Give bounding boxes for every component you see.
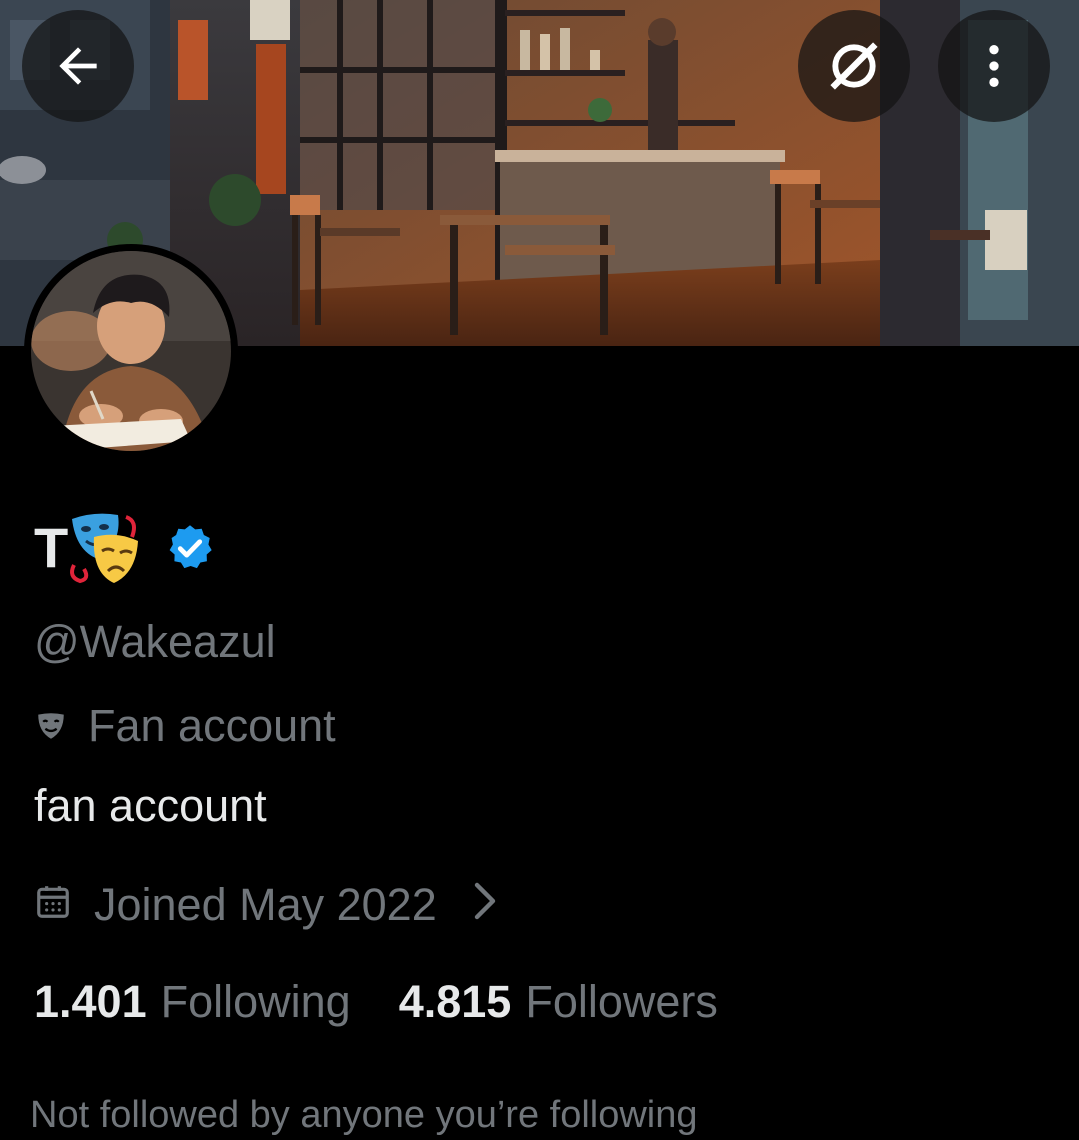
joined-label: Joined May 2022 [94, 879, 437, 930]
theater-mask-icon [34, 698, 68, 758]
profile-category: Fan account [34, 694, 336, 758]
display-name-row: T [34, 508, 216, 588]
followers-label: Followers [525, 976, 718, 1027]
category-label: Fan account [88, 700, 336, 751]
arrow-left-icon [59, 47, 97, 85]
more-options-button[interactable] [938, 10, 1050, 122]
follow-stats: 1.401 Following 4.815 Followers [34, 972, 718, 1032]
following-link[interactable]: 1.401 Following [34, 972, 351, 1032]
grok-icon [830, 42, 878, 90]
joined-date-row[interactable]: Joined May 2022 [34, 874, 499, 936]
mutual-followers-note: Not followed by anyone you’re following [30, 1094, 698, 1136]
display-name: T [34, 516, 69, 579]
bio: fan account [34, 780, 267, 831]
back-button[interactable] [22, 10, 134, 122]
calendar-icon [34, 876, 72, 936]
following-count: 1.401 [34, 976, 147, 1027]
following-label: Following [160, 976, 351, 1027]
grok-button[interactable] [798, 10, 910, 122]
followers-link[interactable]: 4.815 Followers [399, 972, 718, 1032]
verified-badge-icon[interactable] [164, 522, 216, 579]
avatar-image [31, 251, 231, 451]
followers-count: 4.815 [398, 976, 512, 1027]
avatar[interactable] [24, 244, 238, 458]
handle: @Wakeazul [34, 616, 276, 667]
more-vertical-icon [989, 45, 999, 87]
performing-arts-emoji-icon [64, 507, 144, 592]
chevron-right-icon [471, 876, 499, 936]
